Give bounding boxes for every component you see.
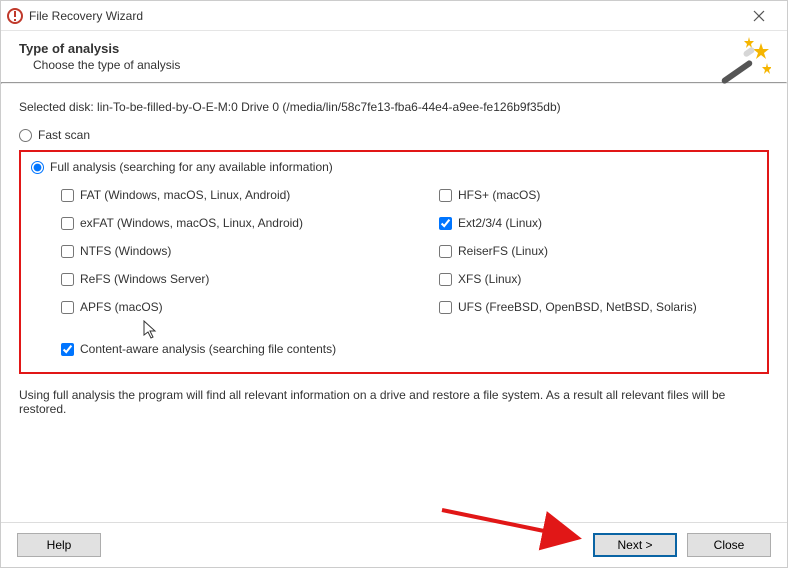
close-button[interactable]: Close [687, 533, 771, 557]
fs-reiserfs-checkbox[interactable] [439, 245, 452, 258]
fs-refs-checkbox[interactable] [61, 273, 74, 286]
titlebar: File Recovery Wizard [1, 1, 787, 31]
page-subtitle: Choose the type of analysis [33, 58, 769, 72]
selected-disk-label: Selected disk: lin-To-be-filled-by-O-E-M… [19, 100, 769, 114]
fs-exfat-checkbox[interactable] [61, 217, 74, 230]
fs-refs[interactable]: ReFS (Windows Server) [61, 272, 379, 286]
fs-reiserfs[interactable]: ReiserFS (Linux) [439, 244, 757, 258]
fs-reiserfs-label: ReiserFS (Linux) [458, 244, 548, 258]
fs-ufs-checkbox[interactable] [439, 301, 452, 314]
full-analysis-radio[interactable] [31, 161, 44, 174]
fs-ext-label: Ext2/3/4 (Linux) [458, 216, 542, 230]
fs-ext-checkbox[interactable] [439, 217, 452, 230]
fs-xfs[interactable]: XFS (Linux) [439, 272, 757, 286]
fs-ufs[interactable]: UFS (FreeBSD, OpenBSD, NetBSD, Solaris) [439, 300, 757, 314]
content-aware-checkbox[interactable] [61, 343, 74, 356]
fs-exfat[interactable]: exFAT (Windows, macOS, Linux, Android) [61, 216, 379, 230]
wizard-header: Type of analysis Choose the type of anal… [1, 31, 787, 82]
close-icon[interactable] [739, 2, 779, 30]
fs-hfsplus-label: HFS+ (macOS) [458, 188, 540, 202]
fs-apfs-checkbox[interactable] [61, 301, 74, 314]
fs-hfsplus-checkbox[interactable] [439, 189, 452, 202]
full-analysis-label: Full analysis (searching for any availab… [50, 160, 333, 174]
full-analysis-option[interactable]: Full analysis (searching for any availab… [31, 160, 757, 174]
fs-fat-label: FAT (Windows, macOS, Linux, Android) [80, 188, 290, 202]
fs-ntfs-checkbox[interactable] [61, 245, 74, 258]
wizard-window: File Recovery Wizard Type of analysis Ch… [0, 0, 788, 568]
fast-scan-option[interactable]: Fast scan [19, 128, 769, 142]
fs-apfs-label: APFS (macOS) [80, 300, 163, 314]
content-area: Selected disk: lin-To-be-filled-by-O-E-M… [1, 84, 787, 522]
content-aware-label: Content-aware analysis (searching file c… [80, 342, 336, 356]
fast-scan-label: Fast scan [38, 128, 90, 142]
analysis-note: Using full analysis the program will fin… [19, 388, 769, 416]
fs-fat-checkbox[interactable] [61, 189, 74, 202]
fs-ext[interactable]: Ext2/3/4 (Linux) [439, 216, 757, 230]
fs-xfs-checkbox[interactable] [439, 273, 452, 286]
help-button[interactable]: Help [17, 533, 101, 557]
next-button[interactable]: Next > [593, 533, 677, 557]
filesystem-grid: FAT (Windows, macOS, Linux, Android) HFS… [61, 188, 757, 314]
fs-refs-label: ReFS (Windows Server) [80, 272, 209, 286]
fs-ntfs[interactable]: NTFS (Windows) [61, 244, 379, 258]
fs-hfsplus[interactable]: HFS+ (macOS) [439, 188, 757, 202]
fast-scan-radio[interactable] [19, 129, 32, 142]
fs-ntfs-label: NTFS (Windows) [80, 244, 171, 258]
content-aware-option[interactable]: Content-aware analysis (searching file c… [61, 342, 757, 356]
wizard-wand-icon [715, 35, 771, 91]
fs-exfat-label: exFAT (Windows, macOS, Linux, Android) [80, 216, 303, 230]
fs-apfs[interactable]: APFS (macOS) [61, 300, 379, 314]
window-title: File Recovery Wizard [29, 9, 739, 23]
fs-fat[interactable]: FAT (Windows, macOS, Linux, Android) [61, 188, 379, 202]
fs-xfs-label: XFS (Linux) [458, 272, 521, 286]
fs-ufs-label: UFS (FreeBSD, OpenBSD, NetBSD, Solaris) [458, 300, 697, 314]
app-icon [7, 8, 23, 24]
page-title: Type of analysis [19, 41, 769, 56]
full-analysis-block: Full analysis (searching for any availab… [19, 150, 769, 374]
footer: Help Next > Close [1, 522, 787, 567]
